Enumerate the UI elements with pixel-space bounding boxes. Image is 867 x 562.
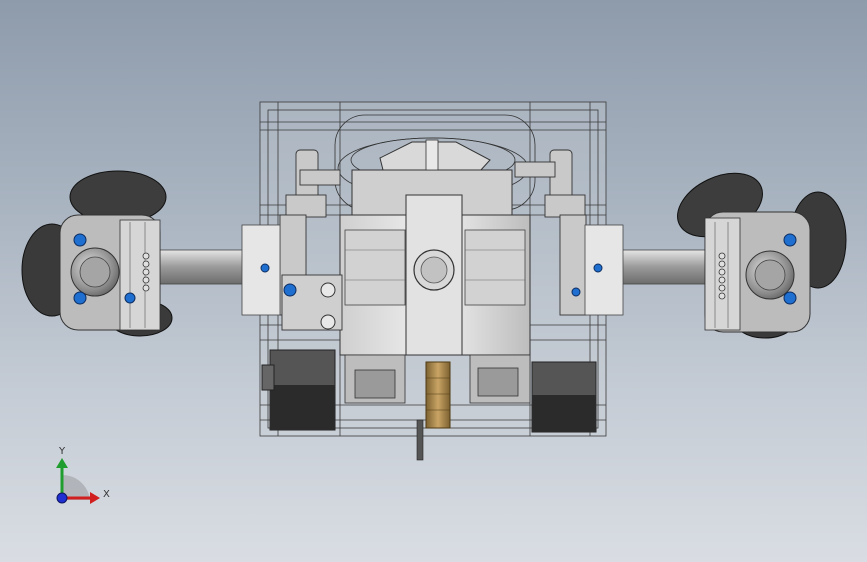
left-bolt-side [124,292,136,304]
right-side-plate [584,224,624,316]
triad-x-label: X [103,489,110,500]
coordinate-triad: Y X [56,446,110,504]
right-bolt-top [783,233,797,247]
probe-rod [416,419,424,461]
right-propeller-assembly[interactable] [667,161,847,339]
right-track [531,361,597,433]
left-bolt-top [73,233,87,247]
left-track [261,349,336,431]
cad-graphics-viewport[interactable]: Y X [0,0,867,562]
main-body[interactable] [339,194,531,356]
brass-connector [425,361,451,429]
right-bolt-bottom [783,291,797,305]
triad-y-label: Y [58,446,66,457]
left-servo [281,274,343,331]
triad-z-axis [56,492,68,504]
left-propeller-assembly[interactable] [21,170,173,337]
robot-assembly-model[interactable]: Y X [0,0,867,562]
left-motor-bracket [119,219,161,331]
left-bolt-bottom [73,291,87,305]
